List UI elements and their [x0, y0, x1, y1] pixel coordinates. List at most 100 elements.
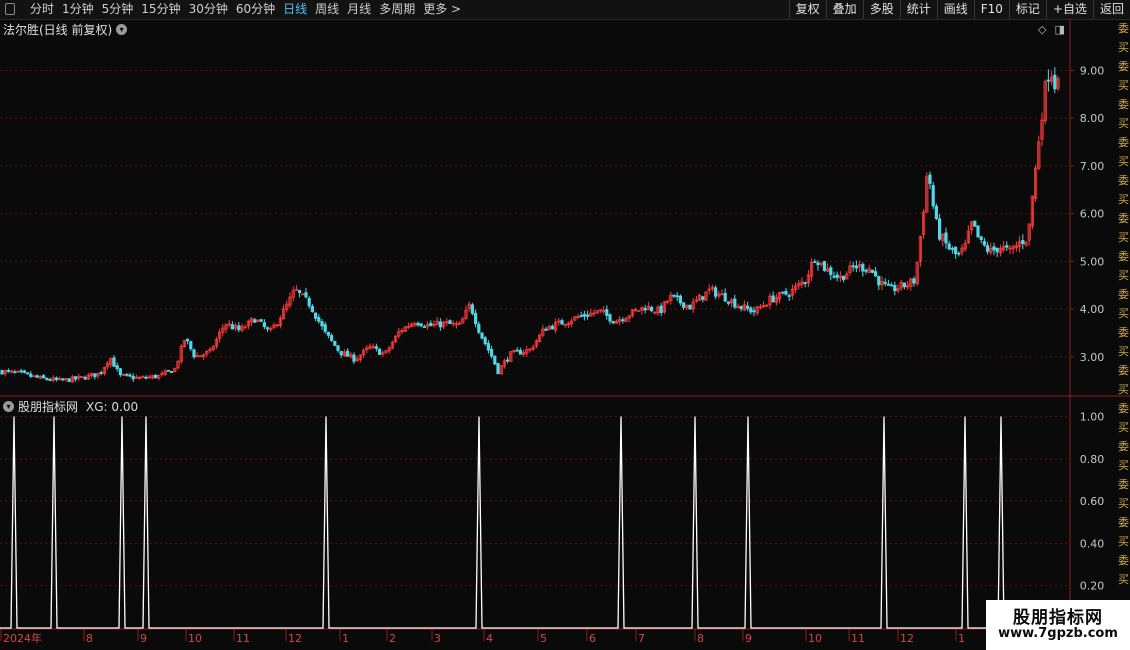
candle-body [253, 319, 257, 323]
time-axis-label: 5 [540, 632, 547, 645]
candle-body [784, 290, 788, 295]
candle-body [701, 296, 705, 300]
time-axis-label: 8 [86, 632, 93, 645]
candle-body [1053, 74, 1057, 90]
candle-body [374, 346, 379, 349]
indicator-tick-label: 1.00 [1080, 411, 1105, 424]
candle-body [672, 294, 676, 297]
candle-body [323, 324, 327, 332]
candle-body [877, 275, 881, 286]
candle-body [118, 368, 122, 376]
time-axis-label: 11 [851, 632, 865, 645]
candle-body [192, 349, 196, 358]
candle-body [870, 269, 875, 273]
candle-body [262, 322, 267, 328]
candle-body [144, 376, 148, 379]
candle-body [189, 341, 193, 350]
candle-body [803, 282, 807, 284]
indicator-tick-label: 0.20 [1080, 580, 1105, 593]
candle-body [45, 377, 49, 380]
time-axis-label: 6 [589, 632, 596, 645]
candle-body [579, 315, 583, 317]
candle-body [483, 337, 487, 345]
indicator-tick-label: 0.40 [1080, 537, 1105, 550]
candle-body [976, 225, 980, 238]
price-tick-label: 5.00 [1080, 255, 1105, 268]
candle-body [550, 325, 555, 330]
candle-body [83, 377, 87, 380]
candle-body [166, 369, 170, 372]
candle-body [957, 252, 961, 255]
side-panel-strip: 委买委买委买委买委买委买委买委买委买委买委买委买委买委买委买 [1118, 22, 1129, 586]
candle-body [153, 374, 158, 379]
candle-body [822, 261, 827, 271]
candle-body [688, 304, 692, 310]
candle-body [934, 205, 939, 219]
time-axis-label: 7 [638, 632, 645, 645]
candle-body [1005, 245, 1009, 248]
candle-body [515, 349, 519, 352]
candle-body [714, 287, 718, 297]
candle-body [854, 265, 859, 269]
candle-body [6, 370, 10, 372]
candle-body [829, 267, 833, 276]
candle-body [297, 290, 302, 293]
candle-body [1046, 79, 1050, 82]
candle-body [874, 271, 878, 277]
candle-body [489, 348, 494, 357]
candle-body [781, 291, 785, 294]
candle-body [377, 348, 382, 355]
candle-body [480, 332, 484, 339]
chart-canvas[interactable]: 9.00 8.00 7.00 6.00 5.00 4.00 3.00 1.00 0.80 0.60… [0, 0, 1130, 650]
candle-body [931, 185, 935, 207]
price-tick-label: 6.00 [1080, 208, 1105, 221]
candle-body [496, 362, 500, 374]
candle-body [35, 375, 39, 378]
candle-body [861, 264, 865, 272]
time-axis-label: 4 [486, 632, 493, 645]
candle-body [419, 323, 423, 327]
candle-body [470, 304, 475, 314]
candle-body [643, 307, 647, 311]
candle-body [986, 245, 990, 252]
candle-body [259, 319, 263, 322]
candle-body [74, 376, 78, 380]
indicator-tick-label: 0.60 [1080, 495, 1105, 508]
candle-body [329, 335, 334, 341]
candle-body [752, 310, 756, 313]
candle-body [22, 370, 27, 373]
candle-body [320, 321, 324, 327]
candle-body [339, 350, 343, 356]
candle-body [93, 373, 97, 378]
candle-body [675, 295, 679, 298]
watermark-line1: 股朋指标网 [1013, 608, 1103, 628]
candle-body [438, 321, 443, 328]
candle-body [1021, 240, 1025, 244]
candle-body [544, 328, 548, 331]
candle-body [477, 323, 481, 333]
candle-body [313, 312, 318, 319]
time-axis-label: 9 [140, 632, 147, 645]
candle-body [883, 281, 887, 284]
candle-body [771, 295, 775, 303]
candle-body [112, 357, 116, 367]
candle-body [582, 313, 587, 317]
time-axis-label: 8 [697, 632, 704, 645]
candle-body [185, 338, 190, 342]
price-tick-label: 4.00 [1080, 303, 1105, 316]
candle-body [979, 236, 983, 241]
candle-body [333, 340, 337, 346]
candle-body [131, 375, 135, 380]
candle-body [486, 343, 491, 351]
candle-body [659, 305, 663, 313]
candle-body [678, 295, 683, 304]
candle-body [787, 295, 791, 297]
xg-signal-line [0, 416, 1070, 629]
candle-body [995, 247, 999, 253]
candle-body [723, 292, 727, 302]
candle-body [682, 302, 686, 308]
candle-body [115, 365, 119, 369]
candle-body [813, 261, 817, 263]
candle-body [621, 319, 625, 322]
candle-body [67, 378, 71, 383]
